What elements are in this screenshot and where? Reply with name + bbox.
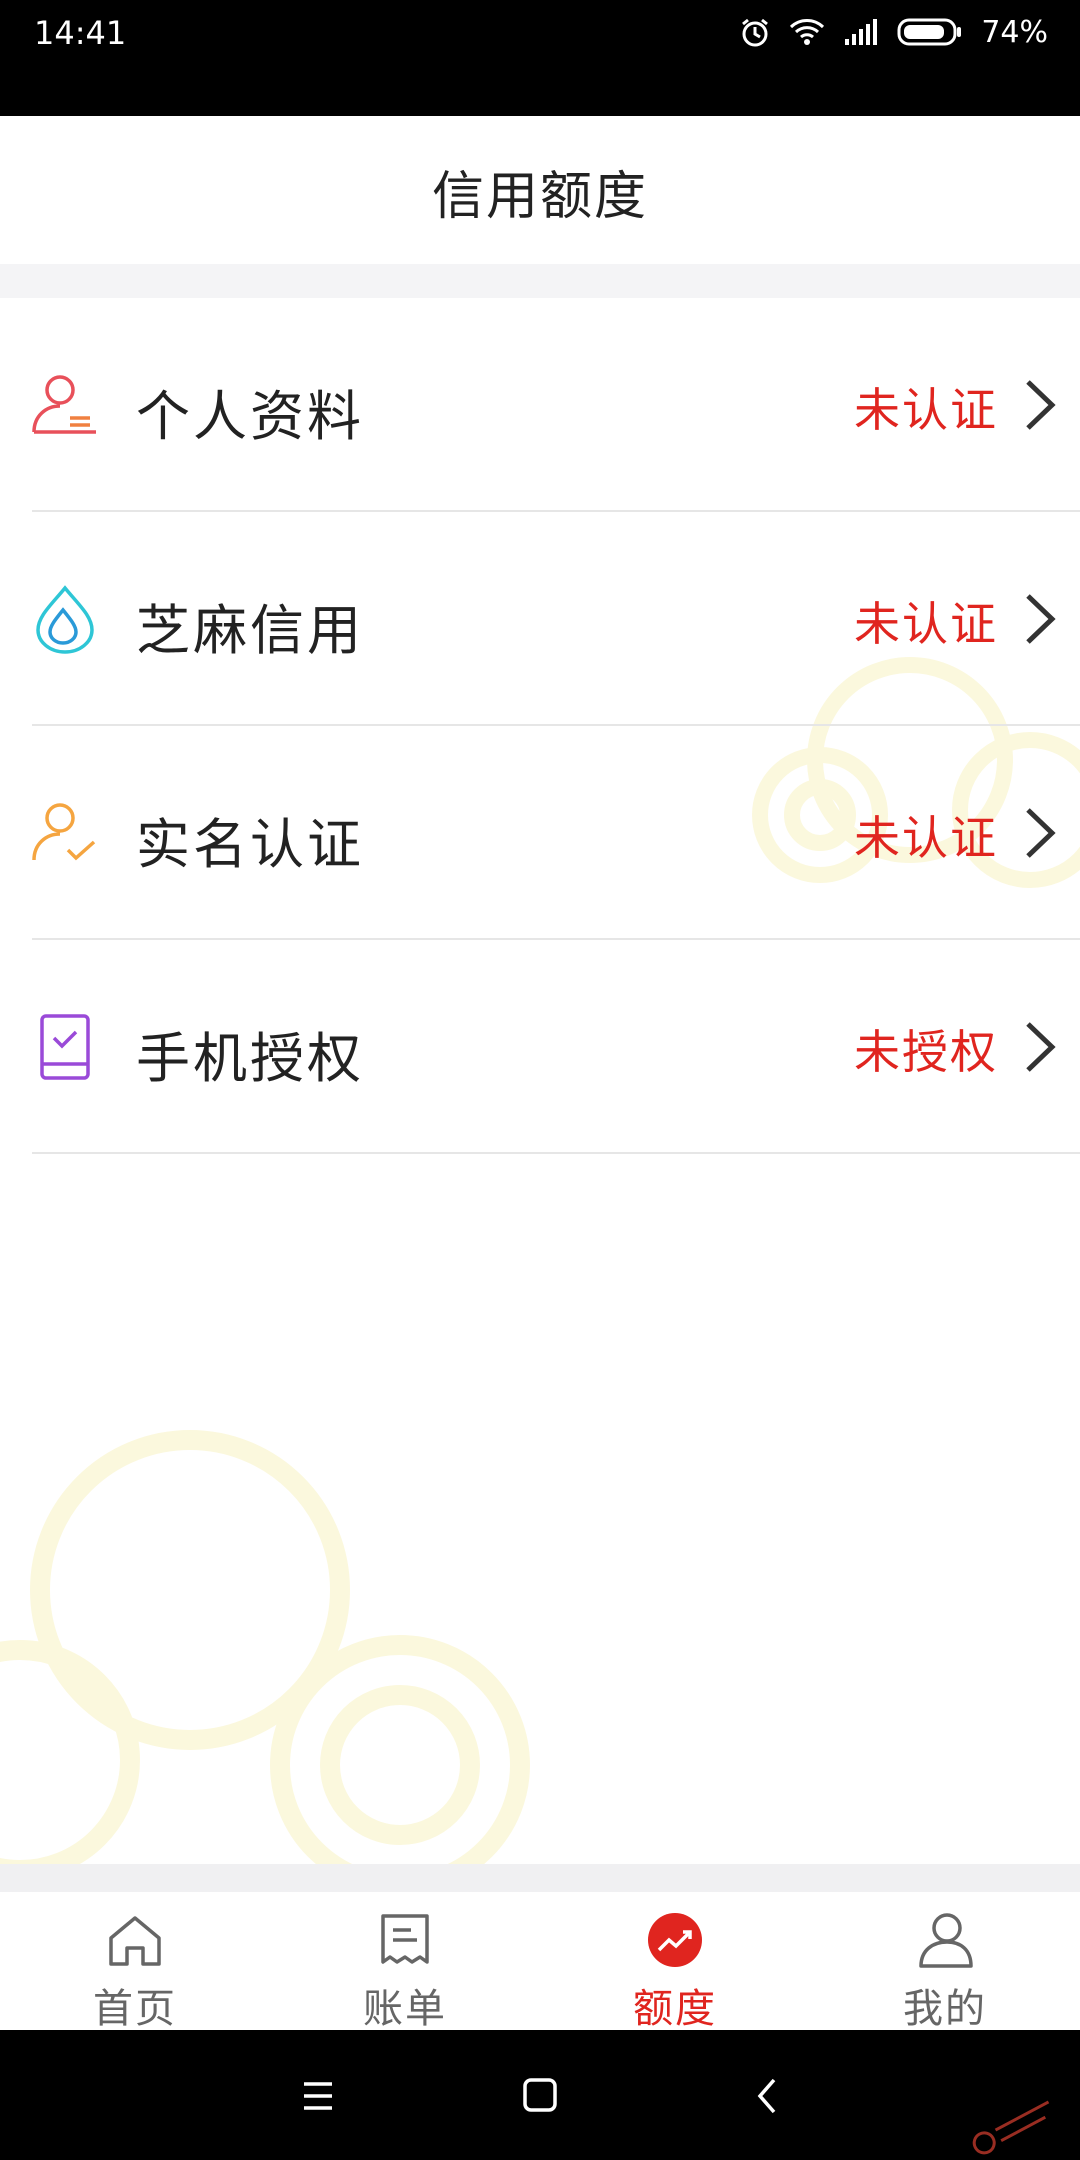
- phone-book-icon: [40, 1014, 90, 1080]
- credit-trend-icon: [648, 1913, 702, 1967]
- bill-icon: [381, 1914, 429, 1964]
- tab-label: 我的: [903, 1986, 987, 2032]
- list-item-label: 个人资料: [136, 385, 364, 448]
- tab-profile[interactable]: 我的: [810, 1892, 1080, 2032]
- profile-icon: [919, 1913, 973, 1968]
- list-item-label: 实名认证: [136, 813, 364, 876]
- page-title: 信用额度: [431, 167, 648, 227]
- section-spacer: [0, 264, 1080, 298]
- status-badge: 未认证: [854, 811, 998, 865]
- list-item-label: 手机授权: [136, 1027, 364, 1090]
- chevron-right-icon: [1026, 594, 1056, 644]
- tab-label: 首页: [93, 1986, 177, 2032]
- chevron-right-icon: [1026, 1022, 1056, 1072]
- tab-home[interactable]: 首页: [0, 1892, 270, 2032]
- status-badge: 未授权: [854, 1025, 998, 1079]
- home-icon: [109, 1916, 161, 1966]
- menu-icon[interactable]: [290, 2068, 346, 2124]
- system-nav-bar: [0, 2030, 1080, 2160]
- battery-icon: [897, 17, 963, 47]
- status-time: 14:41: [34, 14, 127, 52]
- person-doc-icon: [32, 375, 96, 434]
- signal-icon: [843, 17, 879, 47]
- tab-bill[interactable]: 账单: [270, 1892, 540, 2032]
- back-icon[interactable]: [740, 2068, 796, 2124]
- battery-percent: 74%: [981, 14, 1048, 50]
- list-item-sesame-credit[interactable]: 芝麻信用 未认证: [0, 512, 1080, 726]
- bottom-tab-bar: 首页 账单 额度 我的: [0, 1892, 1080, 2032]
- watermark-logo-icon: [972, 2100, 1050, 2155]
- tabbar-separator: [0, 1864, 1080, 1892]
- header: 信用额度: [0, 116, 1080, 264]
- status-badge: 未认证: [854, 597, 998, 651]
- verification-list: 个人资料 未认证 芝麻信用 未认证 实名认证 未认证 手机授权 未授权: [0, 298, 1080, 1154]
- chevron-right-icon: [1026, 808, 1056, 858]
- tab-label: 账单: [363, 1986, 447, 2032]
- sesame-drop-icon: [36, 585, 94, 654]
- list-item-personal-info[interactable]: 个人资料 未认证: [0, 298, 1080, 512]
- tab-label: 额度: [633, 1986, 717, 2032]
- list-item-real-name[interactable]: 实名认证 未认证: [0, 726, 1080, 940]
- chevron-right-icon: [1026, 380, 1056, 430]
- wifi-icon: [789, 17, 825, 47]
- status-bar: 14:41 74%: [0, 0, 1080, 116]
- list-item-phone-auth[interactable]: 手机授权 未授权: [0, 940, 1080, 1154]
- cloud-decoration-icon: [0, 1430, 530, 1870]
- alarm-icon: [739, 16, 771, 48]
- status-badge: 未认证: [854, 383, 998, 437]
- divider: [32, 1152, 1080, 1154]
- list-item-label: 芝麻信用: [136, 599, 364, 662]
- tab-credit[interactable]: 额度: [540, 1892, 810, 2032]
- home-button-icon[interactable]: [512, 2068, 568, 2124]
- person-check-icon: [32, 803, 96, 861]
- status-icons: 74%: [739, 12, 1048, 52]
